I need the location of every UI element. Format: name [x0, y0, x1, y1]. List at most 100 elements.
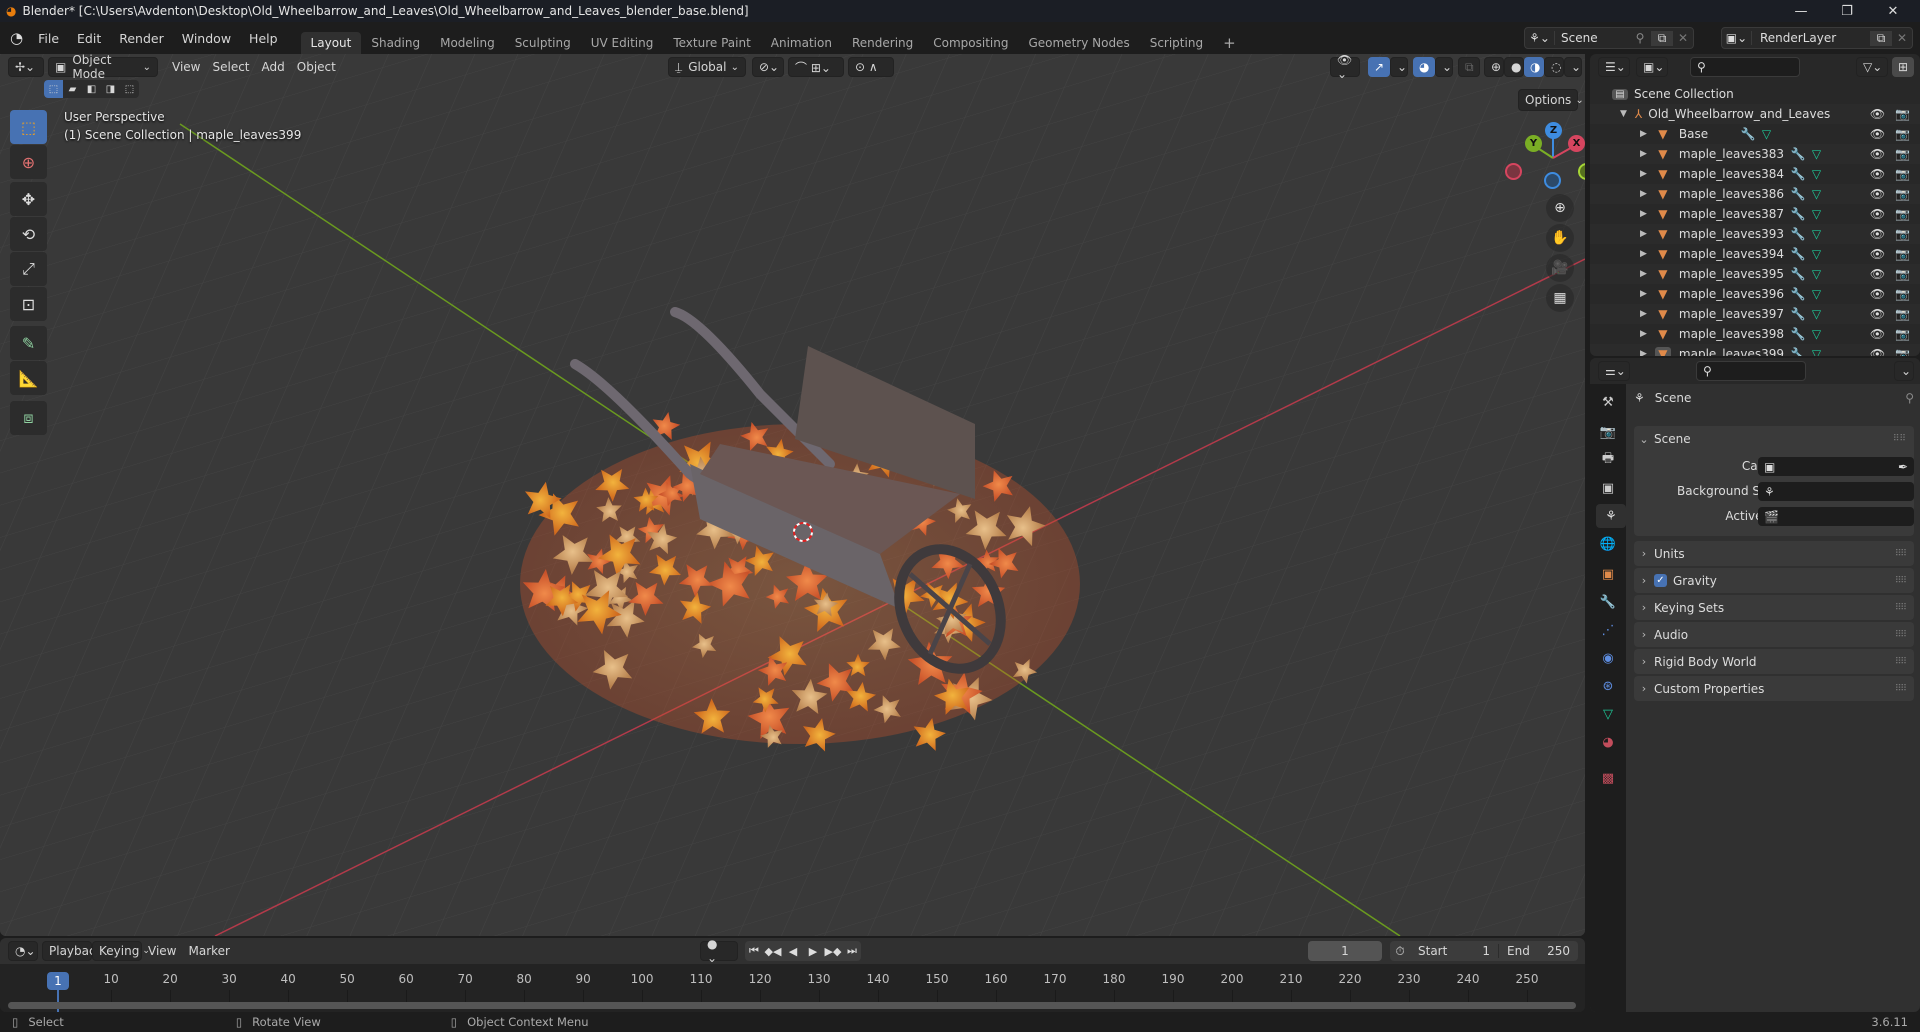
panel-custom-properties[interactable]: › Custom Properties ⠿⠿	[1634, 676, 1914, 701]
properties-options[interactable]: ⌄	[1894, 361, 1914, 381]
tool-add-cube[interactable]: ⧈	[10, 401, 47, 435]
next-keyframe-button[interactable]: ▶◆	[823, 941, 843, 961]
mode-selector[interactable]: ▣ Object Mode ⌄	[48, 54, 158, 81]
tab-rendering[interactable]: Rendering	[842, 32, 923, 54]
background-scene-field[interactable]: ⚘	[1758, 482, 1914, 501]
outliner-scene-collection[interactable]: ▤ Scene Collection	[1590, 84, 1920, 104]
select-extend-icon[interactable]: ▰	[63, 80, 82, 98]
expand-arrow-icon[interactable]: ▶	[1640, 349, 1647, 356]
timeline-editor-type[interactable]: ◔⌄	[8, 941, 38, 961]
new-scene-icon[interactable]: ⧉	[1651, 30, 1673, 46]
menu-select[interactable]: Select	[206, 57, 255, 77]
outliner-object-row[interactable]: ▶ ▼ maple_leaves393 🔧 ▽ 👁 📷	[1590, 224, 1920, 244]
expand-arrow-icon[interactable]: ▶	[1640, 209, 1647, 219]
gravity-checkbox[interactable]: ✓	[1654, 574, 1667, 587]
mesh-data-icon[interactable]: ▽	[1812, 207, 1821, 221]
camera-render-icon[interactable]: 📷	[1895, 167, 1910, 181]
outliner-object-row[interactable]: ▶ ▼ maple_leaves387 🔧 ▽ 👁 📷	[1590, 204, 1920, 224]
modifier-wrench-icon[interactable]: 🔧	[1791, 167, 1806, 181]
end-frame-field[interactable]: End 250	[1498, 944, 1578, 958]
eye-icon[interactable]: 👁	[1870, 327, 1885, 341]
start-frame-field[interactable]: Start 1	[1410, 944, 1498, 958]
scene-selector[interactable]: ⚘⌄ Scene ⚲ ⧉ ✕	[1524, 27, 1694, 49]
tab-particles[interactable]: ⋰	[1596, 618, 1620, 642]
playhead[interactable]: 1	[47, 972, 69, 990]
scene-panel-header[interactable]: ⌄ Scene ⠿⠿	[1634, 426, 1914, 452]
drag-handle-icon[interactable]: ⠿⠿	[1895, 549, 1907, 559]
view-layer-name[interactable]: RenderLayer	[1752, 31, 1870, 45]
eye-icon[interactable]: 👁	[1870, 107, 1885, 121]
eye-icon[interactable]: 👁	[1870, 227, 1885, 241]
new-collection-button[interactable]: ⊞	[1892, 57, 1914, 77]
outliner-search-input[interactable]: ⚲	[1690, 57, 1800, 77]
pan-view-button[interactable]: ✋	[1546, 224, 1574, 252]
drag-handle-icon[interactable]: ⠿⠿	[1895, 684, 1907, 694]
properties-search-input[interactable]: ⚲	[1696, 361, 1806, 381]
tool-select-box[interactable]: ⬚	[10, 110, 47, 144]
outliner-editor-type[interactable]: ☰⌄	[1598, 57, 1630, 77]
camera-render-icon[interactable]: 📷	[1895, 187, 1910, 201]
select-invert-icon[interactable]: ◨	[101, 80, 120, 98]
expand-arrow-icon[interactable]: ▶	[1640, 229, 1647, 239]
tool-move[interactable]: ✥	[10, 182, 47, 216]
camera-render-icon[interactable]: 📷	[1895, 207, 1910, 221]
eye-icon[interactable]: 👁	[1870, 127, 1885, 141]
gizmo-y-axis[interactable]: Y	[1525, 135, 1542, 152]
overlay-toggle[interactable]: ◕	[1413, 57, 1435, 77]
tool-scale[interactable]: ⤢	[10, 252, 47, 286]
close-button[interactable]: ✕	[1870, 0, 1916, 22]
mesh-data-icon[interactable]: ▽	[1762, 127, 1771, 141]
gizmo-neg-x[interactable]	[1505, 163, 1522, 180]
tab-uv-editing[interactable]: UV Editing	[581, 32, 664, 54]
expand-arrow-icon[interactable]: ▶	[1640, 149, 1647, 159]
menu-view[interactable]: View	[166, 57, 206, 77]
jump-start-button[interactable]: ⏮	[745, 941, 763, 961]
drag-handle-icon[interactable]: ⠿⠿	[1895, 657, 1907, 667]
menu-render[interactable]: Render	[110, 31, 173, 46]
menu-file[interactable]: File	[29, 31, 68, 46]
timeline-scrollbar[interactable]	[8, 1002, 1576, 1009]
mesh-data-icon[interactable]: ▽	[1812, 187, 1821, 201]
modifier-wrench-icon[interactable]: 🔧	[1791, 207, 1806, 221]
outliner-object-row[interactable]: ▶ ▼ maple_leaves384 🔧 ▽ 👁 📷	[1590, 164, 1920, 184]
outliner-object-row[interactable]: ▶ ▼ maple_leaves396 🔧 ▽ 👁 📷	[1590, 284, 1920, 304]
camera-render-icon[interactable]: 📷	[1895, 247, 1910, 261]
gizmo-z-axis[interactable]: Z	[1545, 122, 1562, 139]
expand-arrow-icon[interactable]: ▶	[1640, 289, 1647, 299]
outliner-object-row[interactable]: ▶ ▼ maple_leaves394 🔧 ▽ 👁 📷	[1590, 244, 1920, 264]
expand-arrow-icon[interactable]: ▶	[1640, 169, 1647, 179]
timeline-marker-menu[interactable]: Marker	[182, 941, 235, 961]
camera-render-icon[interactable]: 📷	[1895, 267, 1910, 281]
drag-handle-icon[interactable]: ⠿⠿	[1895, 576, 1907, 586]
play-button[interactable]: ▶	[803, 941, 823, 961]
stopwatch-icon[interactable]: ⏱	[1390, 944, 1410, 959]
keying-menu[interactable]: Keying ⌄	[92, 941, 150, 961]
shading-wireframe[interactable]: ⊕	[1484, 57, 1504, 77]
xray-toggle[interactable]: ⧉	[1458, 57, 1480, 77]
tab-layout[interactable]: Layout	[300, 32, 362, 54]
modifier-wrench-icon[interactable]: 🔧	[1791, 187, 1806, 201]
camera-render-icon[interactable]: 📷	[1895, 127, 1910, 141]
panel-audio[interactable]: › Audio ⠿⠿	[1634, 622, 1914, 647]
eye-icon[interactable]: 👁	[1870, 247, 1885, 261]
blender-menu-icon[interactable]: ◔	[10, 29, 23, 47]
editor-type-button[interactable]: ✢⌄	[8, 57, 44, 77]
modifier-wrench-icon[interactable]: 🔧	[1791, 267, 1806, 281]
eye-icon[interactable]: 👁	[1870, 167, 1885, 181]
camera-render-icon[interactable]: 📷	[1895, 227, 1910, 241]
outliner-object-row[interactable]: ▶ ▼ Base 🔧 ▽ 👁 📷	[1590, 124, 1920, 144]
modifier-wrench-icon[interactable]: 🔧	[1791, 307, 1806, 321]
options-button[interactable]: Options ⌄	[1518, 89, 1584, 111]
shading-dropdown[interactable]: ⌄	[1564, 57, 1582, 77]
drag-handle-icon[interactable]: ⠿⠿	[1893, 434, 1906, 444]
filter-button[interactable]: ▽⌄	[1856, 57, 1888, 77]
transform-orientation-selector[interactable]: ⍊ Global ⌄	[668, 57, 746, 77]
minimize-button[interactable]: —	[1778, 0, 1824, 22]
modifier-wrench-icon[interactable]: 🔧	[1791, 287, 1806, 301]
view-layer-selector[interactable]: ▣⌄ RenderLayer ⧉ ✕	[1721, 27, 1913, 49]
gizmo-neg-z[interactable]	[1544, 172, 1561, 189]
tool-cursor[interactable]: ⊕	[10, 145, 47, 179]
camera-render-icon[interactable]: 📷	[1895, 147, 1910, 161]
drag-handle-icon[interactable]: ⠿⠿	[1895, 603, 1907, 613]
tab-data[interactable]: ▽	[1596, 702, 1620, 726]
